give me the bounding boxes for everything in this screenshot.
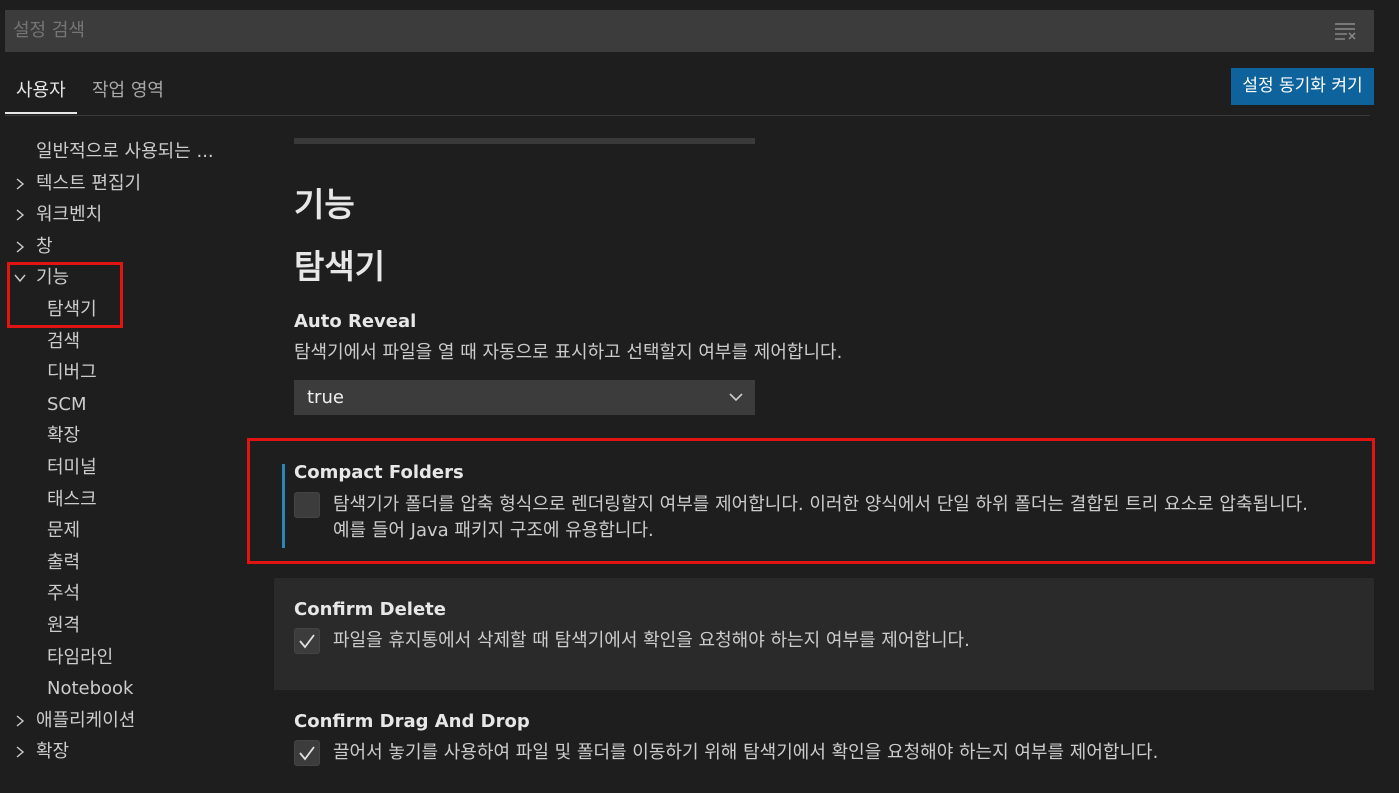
toc-item[interactable]: 디버그 [0, 358, 240, 388]
check-icon [299, 634, 315, 649]
chevron-right-icon [16, 715, 25, 727]
confirm-drag-drop-description: 끌어서 놓기를 사용하여 파일 및 폴더를 이동하기 위해 탐색기에서 확인을 … [333, 742, 1159, 763]
focus-indicator [282, 464, 285, 548]
subsection-title: 탐색기 [294, 247, 386, 286]
toc-item[interactable]: 문제 [0, 516, 240, 546]
confirm-drag-drop-title: Confirm Drag And Drop [294, 711, 530, 732]
toc-item-label: 태스크 [47, 489, 97, 510]
toc-item-label: 확장 [47, 425, 81, 446]
toc-item[interactable]: 확장 [0, 421, 240, 451]
toc-item[interactable]: 텍스트 편집기 [0, 169, 240, 199]
chevron-down-icon [14, 274, 26, 283]
tab-workspace[interactable]: 작업 영역 [92, 78, 164, 114]
toc-item-label: 문제 [47, 520, 81, 541]
header-divider [5, 115, 1370, 116]
toc-item-label: Notebook [47, 678, 134, 699]
confirm-delete-checkbox[interactable] [294, 628, 320, 654]
check-icon [299, 746, 315, 761]
chevron-right-icon [16, 746, 25, 758]
toc-item-label: 창 [36, 236, 53, 257]
chevron-down-icon [729, 393, 743, 402]
toc-item[interactable]: 주석 [0, 579, 240, 609]
settings-search-input[interactable] [13, 10, 1313, 52]
toc-item[interactable]: 탐색기 [0, 295, 240, 325]
auto-reveal-select[interactable]: true [294, 380, 755, 415]
toc-item-label: 검색 [47, 331, 81, 352]
toc-item[interactable]: 기능 [0, 263, 240, 293]
toc-item[interactable]: 출력 [0, 548, 240, 578]
confirm-drag-drop-checkbox[interactable] [294, 740, 320, 766]
toc-item-label: 타임라인 [47, 647, 114, 668]
compact-folders-description-2: 예를 들어 Java 패키지 구조에 유용합니다. [333, 520, 654, 541]
settings-search-bar [5, 10, 1374, 52]
toc-item[interactable]: 원격 [0, 611, 240, 641]
toc-item-label: 워크벤치 [36, 204, 103, 225]
toc-item[interactable]: 타임라인 [0, 643, 240, 673]
toc-item[interactable]: 태스크 [0, 485, 240, 515]
confirm-delete-description: 파일을 휴지통에서 삭제할 때 탐색기에서 확인을 요청해야 하는지 여부를 제… [333, 630, 970, 651]
toc-item-label: 확장 [36, 741, 70, 762]
toc-item-label: 탐색기 [47, 299, 97, 320]
toc-item[interactable]: 워크벤치 [0, 200, 240, 230]
toc-item-label: 터미널 [47, 457, 97, 478]
compact-folders-description: 탐색기가 폴더를 압축 형식으로 렌더링할지 여부를 제어합니다. 이러한 양식… [333, 494, 1308, 515]
toc-item[interactable]: 창 [0, 232, 240, 262]
compact-folders-title: Compact Folders [294, 462, 464, 483]
toc-item-label: SCM [47, 394, 87, 415]
toc-item[interactable]: Notebook [0, 674, 240, 704]
toc-item[interactable]: SCM [0, 390, 240, 420]
toc-item-label: 애플리케이션 [36, 710, 136, 731]
toc-item-label: 일반적으로 사용되는 ... [36, 141, 214, 162]
toc-item[interactable]: 일반적으로 사용되는 ... [0, 137, 240, 167]
toc-item[interactable]: 검색 [0, 327, 240, 357]
auto-reveal-description: 탐색기에서 파일을 열 때 자동으로 표시하고 선택할지 여부를 제어합니다. [294, 342, 843, 363]
compact-folders-checkbox[interactable] [294, 492, 320, 518]
settings-sync-button[interactable]: 설정 동기화 켜기 [1231, 68, 1374, 105]
toc-item-label: 텍스트 편집기 [36, 173, 142, 194]
clear-filter-icon[interactable] [1334, 21, 1356, 41]
toc-item-label: 원격 [47, 615, 81, 636]
chevron-right-icon [16, 178, 25, 190]
toc-item-label: 기능 [36, 267, 70, 288]
scroll-indicator [294, 138, 755, 144]
toc-item-label: 디버그 [47, 362, 97, 383]
section-title: 기능 [294, 185, 355, 224]
chevron-right-icon [16, 209, 25, 221]
tab-user[interactable]: 사용자 [5, 78, 77, 114]
confirm-delete-title: Confirm Delete [294, 599, 446, 620]
toc-item-label: 주석 [47, 583, 81, 604]
auto-reveal-value: true [307, 387, 344, 408]
toc-item-label: 출력 [47, 552, 81, 573]
toc-item[interactable]: 확장 [0, 737, 240, 767]
toc-item[interactable]: 터미널 [0, 453, 240, 483]
chevron-right-icon [16, 241, 25, 253]
toc-item[interactable]: 애플리케이션 [0, 706, 240, 736]
auto-reveal-title: Auto Reveal [294, 311, 417, 332]
